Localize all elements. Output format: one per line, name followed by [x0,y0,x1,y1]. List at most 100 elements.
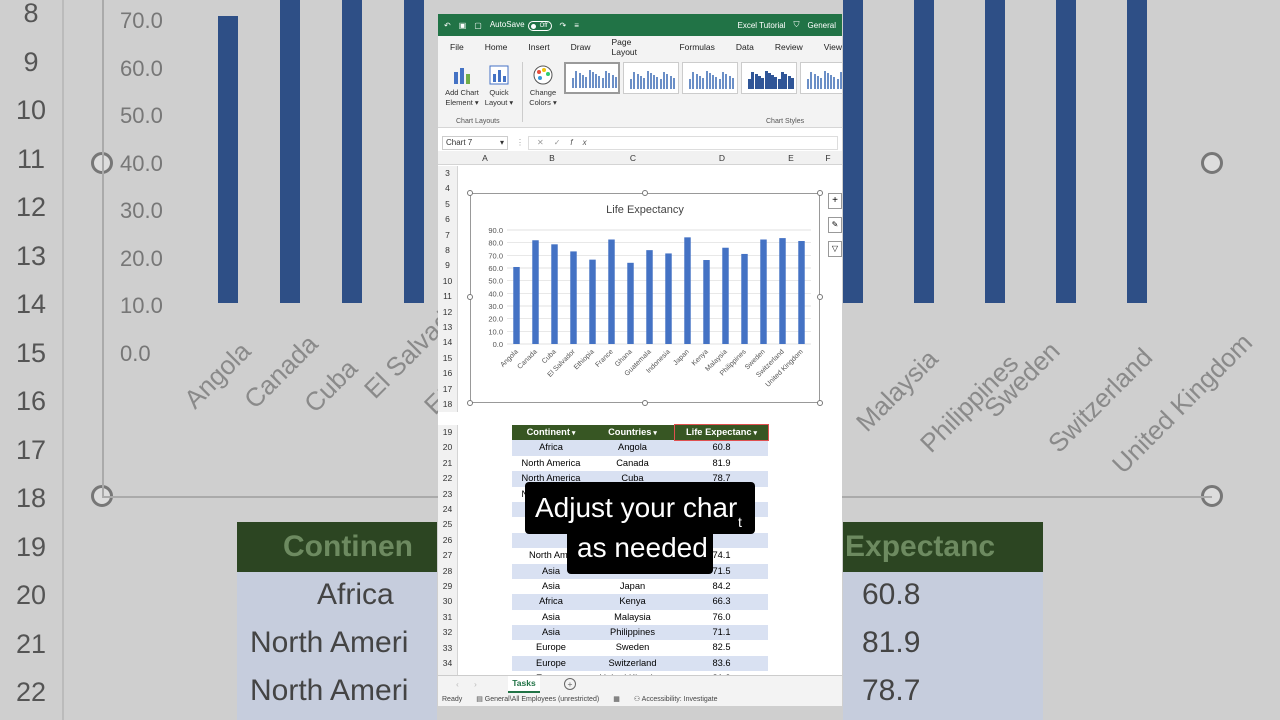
name-box[interactable]: Chart 7 ▾ [442,136,508,150]
redo-icon[interactable]: ↷ [560,21,567,30]
table-cell[interactable]: 83.6 [675,656,768,671]
row-header[interactable]: 34 [438,656,458,672]
table-cell[interactable]: Kenya [590,594,675,609]
row-header[interactable]: 6 [438,212,458,228]
menu-page-layout[interactable]: Page Layout [612,37,659,57]
sheet-tab-tasks[interactable]: Tasks [508,676,540,693]
column-header-E[interactable]: E [768,153,814,163]
chart-filter-icon[interactable]: ▽ [828,241,842,257]
column-header-F[interactable]: F [814,153,842,163]
chart-bar[interactable] [646,250,653,344]
row-header[interactable]: 22 [438,471,458,487]
chart-resize-handle[interactable] [467,400,473,406]
table-cell[interactable]: Malaysia [590,610,675,625]
table-cell[interactable]: Angola [590,440,675,455]
row-header[interactable]: 33 [438,640,458,656]
chart-resize-handle[interactable] [642,190,648,196]
row-header[interactable]: 4 [438,181,458,197]
table-row[interactable]: Asia Philippines 71.1 [512,625,768,641]
chart[interactable]: Life Expectancy 0.0 10.0 20.0 30.0 40.0 50.0 6… [470,193,820,403]
table-row[interactable]: Asia Malaysia 76.0 [512,609,768,626]
menu-home[interactable]: Home [485,42,508,52]
row-header[interactable]: 10 [438,273,458,290]
chart-bar[interactable] [665,253,672,344]
chart-resize-handle[interactable] [817,400,823,406]
change-colors-button[interactable]: Change Colors ▾ [526,64,560,108]
chart-bar[interactable] [703,260,710,344]
chart-bar[interactable] [532,240,539,344]
row-header[interactable]: 21 [438,455,458,472]
row-header[interactable]: 27 [438,548,458,564]
row-header[interactable]: 20 [438,440,458,456]
row-header[interactable]: 14 [438,335,458,351]
chart-bar[interactable] [513,266,520,344]
chart-resize-handle[interactable] [467,190,473,196]
row-header[interactable]: 12 [438,304,458,320]
row-header[interactable]: 25 [438,517,458,533]
row-header[interactable]: 17 [438,381,458,397]
chart-bar[interactable] [798,241,805,344]
table-row[interactable]: Europe Switzerland 83.6 [512,655,768,672]
table-cell[interactable]: Japan [590,579,675,594]
row-header[interactable]: 31 [438,609,458,626]
table-header-1[interactable]: Continent ▾ [512,425,590,440]
table-cell[interactable]: Philippines [590,625,675,640]
add-chart-element-button[interactable]: Add Chart Element ▾ [444,64,480,108]
prev-sheet-icon[interactable]: ‹ [456,679,459,689]
column-header-D[interactable]: D [676,153,768,163]
table-cell[interactable]: Europe [512,656,590,671]
chart-bar[interactable] [570,251,577,344]
table-cell[interactable]: Europe [512,640,590,655]
menu-file[interactable]: File [450,42,464,52]
table-row[interactable]: Africa Kenya 66.3 [512,594,768,610]
undo-icon[interactable]: ↶ [444,21,451,30]
table-cell[interactable]: Asia [512,625,590,640]
chart-bar[interactable] [589,259,596,344]
table-row[interactable]: North America Canada 81.9 [512,455,768,472]
chart-resize-handle[interactable] [817,190,823,196]
chart-bar[interactable] [760,239,767,345]
menu-insert[interactable]: Insert [528,42,549,52]
menu-data[interactable]: Data [736,42,754,52]
table-header-2[interactable]: Countries ▾ [590,425,675,440]
row-header[interactable]: 30 [438,594,458,610]
row-header[interactable]: 13 [438,320,458,336]
table-cell[interactable]: 66.3 [675,594,768,609]
chart-bar[interactable] [608,239,615,345]
row-header[interactable]: 19 [438,425,458,441]
table-cell[interactable]: Sweden [590,640,675,655]
chart-bar[interactable] [779,238,786,344]
column-header-A[interactable]: A [458,153,512,163]
filter-dropdown-icon[interactable]: ▾ [752,430,758,437]
table-cell[interactable]: Canada [590,456,675,471]
column-header-B[interactable]: B [514,153,590,163]
table-cell[interactable]: 71.1 [675,625,768,640]
row-header[interactable]: 5 [438,196,458,213]
menu-draw[interactable]: Draw [571,42,591,52]
chart-style-thumbnail[interactable] [623,62,679,94]
save-icon[interactable]: ▣ [459,21,467,30]
row-header[interactable]: 32 [438,625,458,641]
accessibility-status[interactable]: ⚇ Accessibility: Investigate [634,693,718,706]
table-cell[interactable]: Africa [512,440,590,455]
table-cell[interactable]: 76.0 [675,610,768,625]
row-header[interactable]: 16 [438,366,458,382]
sensitivity-status[interactable]: ▤ General\All Employees (unrestricted) [476,693,599,706]
menu-view[interactable]: View [824,42,842,52]
chart-bar[interactable] [684,237,691,344]
table-cell[interactable]: North America [512,456,590,471]
row-header[interactable]: 9 [438,258,458,274]
customize-icon[interactable]: ≡ [574,21,579,30]
row-header[interactable]: 28 [438,563,458,579]
chart-style-thumbnail[interactable] [682,62,738,94]
table-cell[interactable]: Asia [512,610,590,625]
row-header[interactable]: 11 [438,289,458,305]
row-header[interactable]: 3 [438,166,458,182]
row-header[interactable]: 29 [438,579,458,595]
formula-input[interactable]: ✕✓fx [528,136,838,150]
table-cell[interactable]: 60.8 [675,440,768,455]
row-header[interactable]: 26 [438,532,458,549]
row-header[interactable]: 18 [438,397,458,413]
menu-review[interactable]: Review [775,42,803,52]
next-sheet-icon[interactable]: › [474,679,477,689]
